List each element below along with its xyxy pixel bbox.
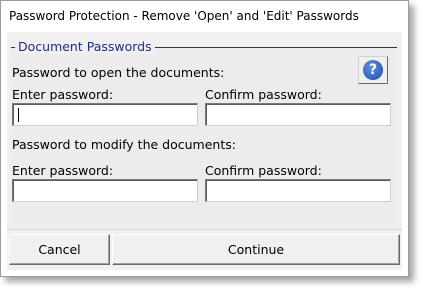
modify-confirm-label: Confirm password: [205,163,322,178]
password-dialog: Password Protection - Remove 'Open' and … [0,0,409,277]
title-bar[interactable]: Password Protection - Remove 'Open' and … [1,1,408,32]
cancel-button[interactable]: Cancel [9,234,110,265]
open-confirm-password-input[interactable] [205,103,391,126]
modify-enter-password-input[interactable] [12,179,198,202]
text-caret [18,108,19,122]
open-password-heading: Password to open the documents: [12,65,225,80]
open-confirm-label: Confirm password: [205,87,322,102]
divider [7,229,402,230]
modify-enter-label: Enter password: [12,163,114,178]
modify-password-heading: Password to modify the documents: [12,137,236,152]
dialog-body: Document Passwords ? Password to open th… [7,32,402,270]
open-enter-label: Enter password: [12,87,114,102]
continue-button[interactable]: Continue [112,234,400,265]
window-title: Password Protection - Remove 'Open' and … [9,9,359,23]
open-enter-password-input[interactable] [12,103,198,126]
modify-confirm-password-input[interactable] [205,179,391,202]
help-icon: ? [363,60,383,80]
help-button[interactable]: ? [358,56,388,84]
frame-legend: Document Passwords [15,39,155,54]
